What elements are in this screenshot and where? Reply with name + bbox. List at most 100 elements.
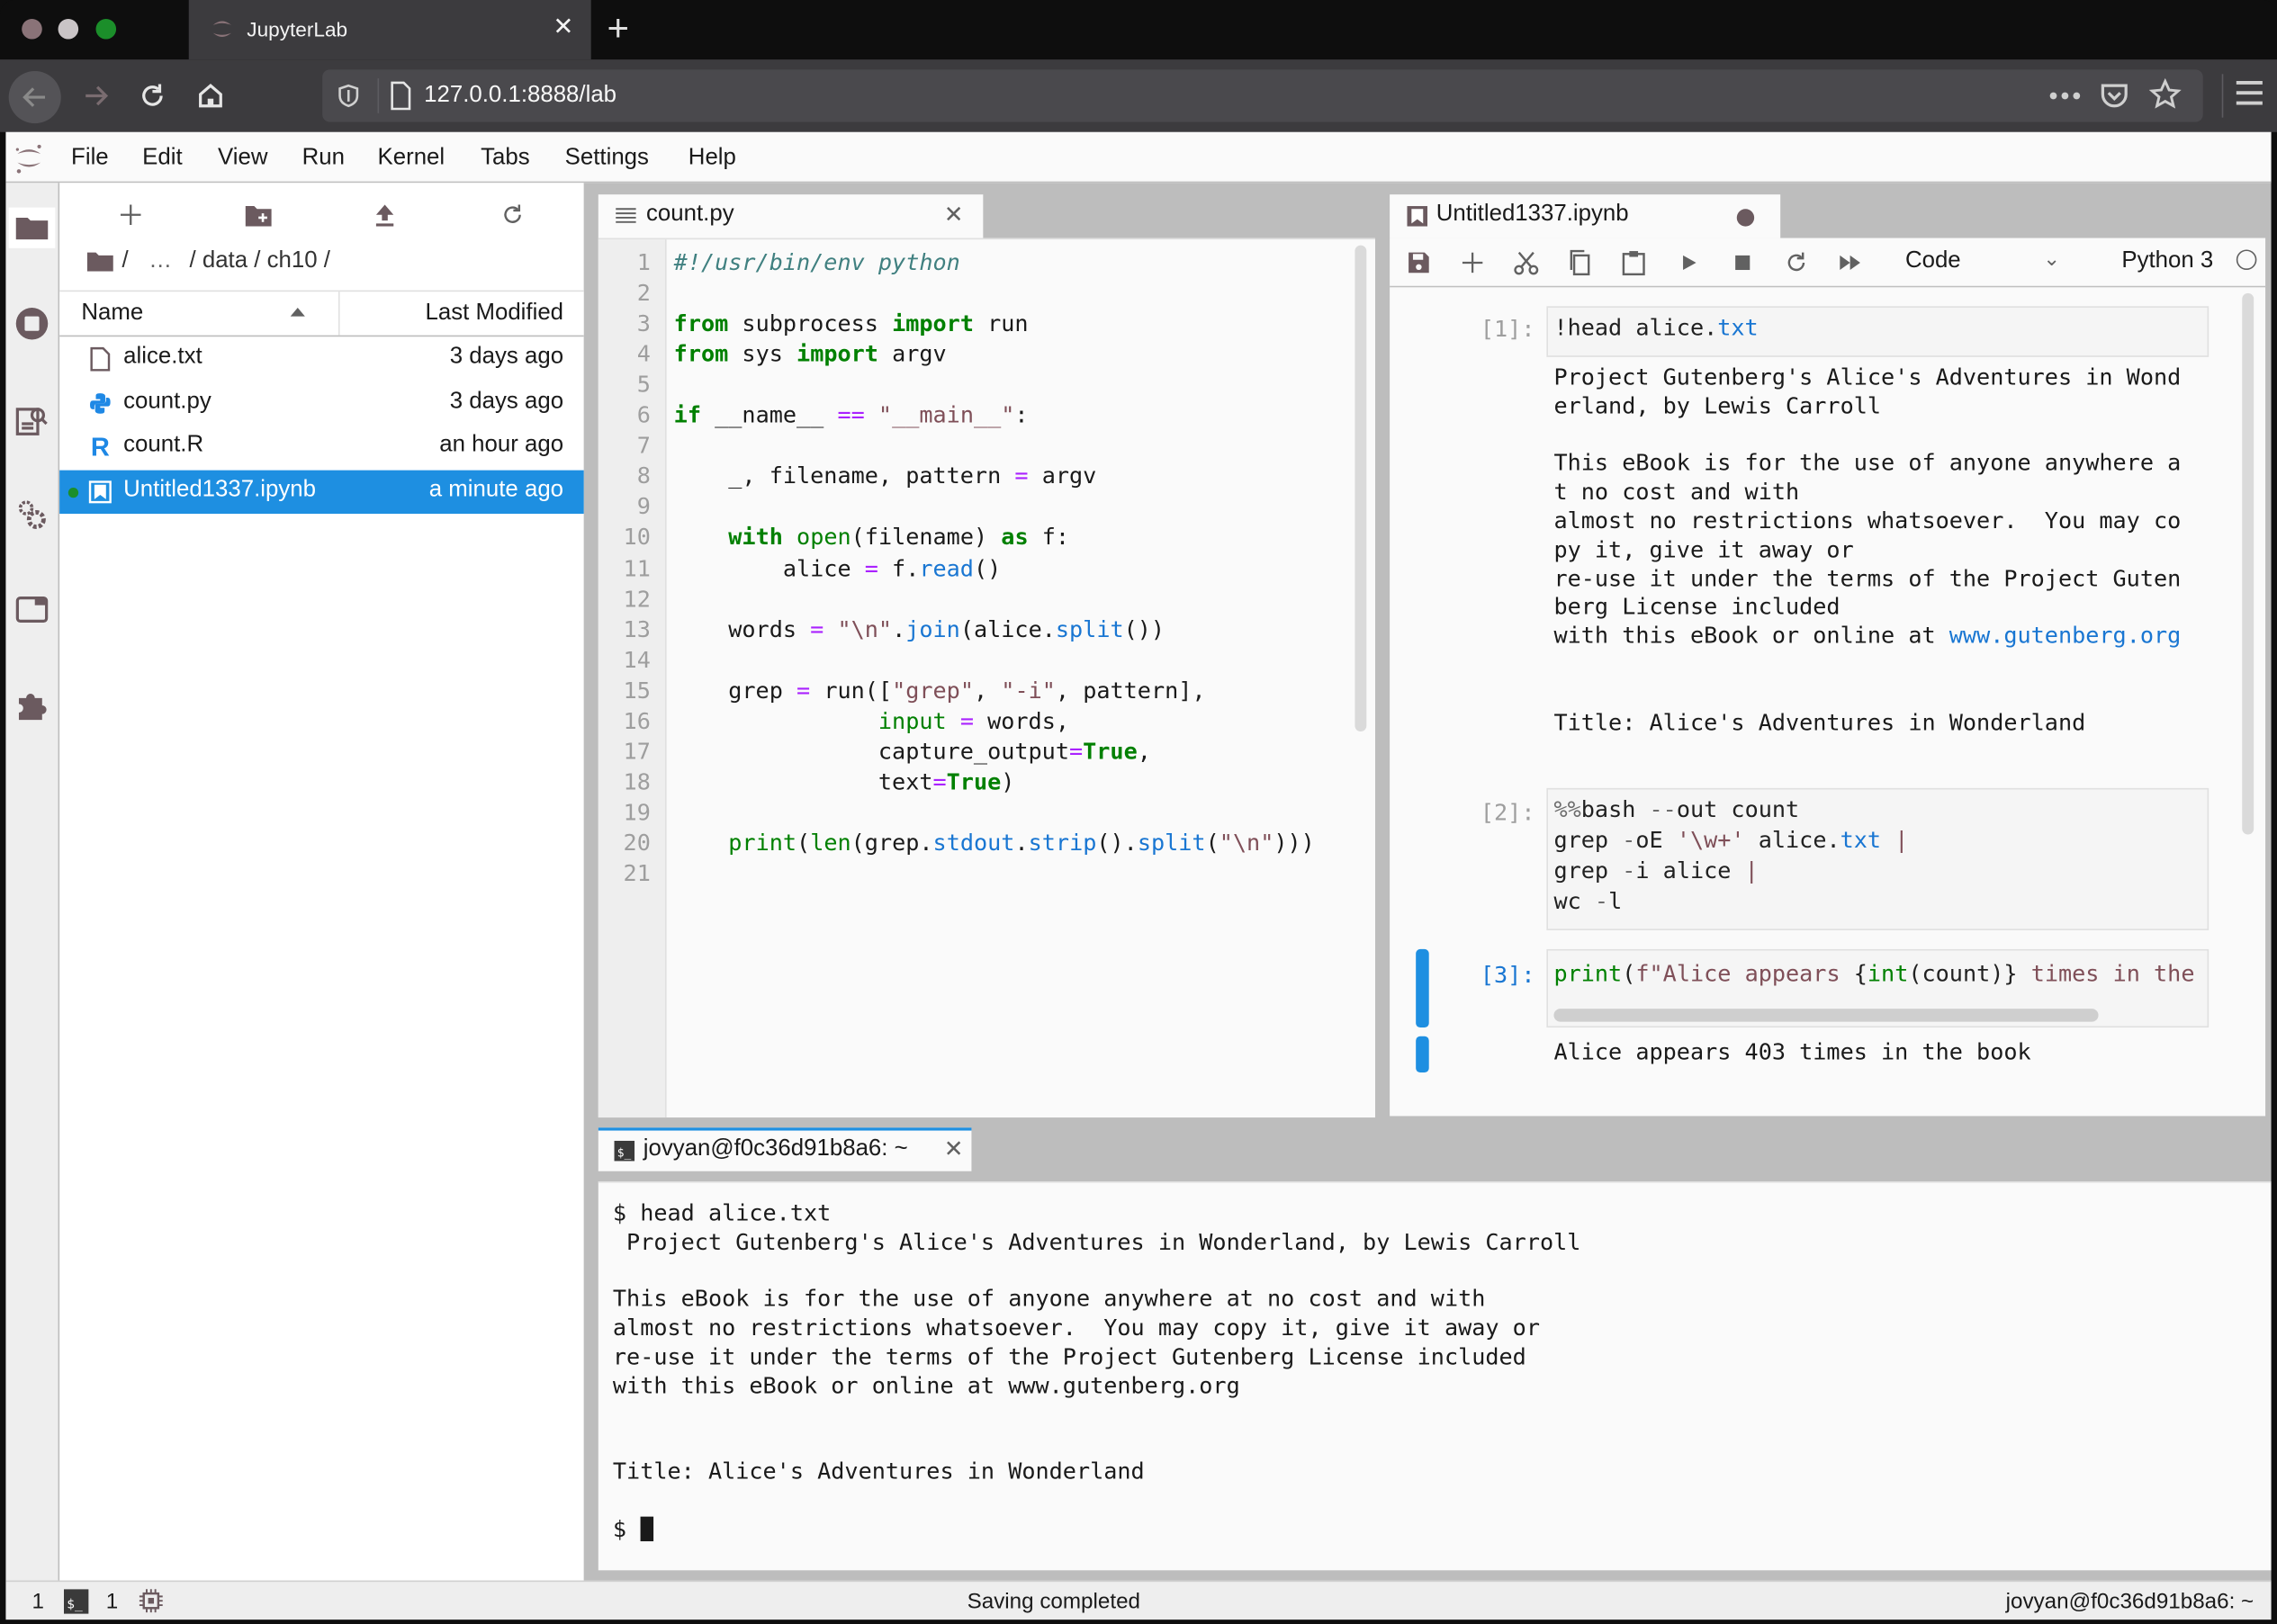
tab-count-py[interactable]: count.py ✕	[598, 194, 984, 238]
cut-button[interactable]	[1510, 247, 1542, 278]
close-tab-icon[interactable]: ✕	[944, 1135, 964, 1163]
upload-button[interactable]	[367, 197, 402, 232]
code-line[interactable]	[674, 492, 688, 523]
terminals-count[interactable]: 1	[106, 1589, 118, 1613]
file-browser-tab[interactable]	[8, 207, 56, 248]
editor-scrollbar[interactable]	[1354, 245, 1367, 731]
menu-help[interactable]: Help	[688, 145, 736, 171]
new-launcher-button[interactable]	[113, 197, 148, 232]
menu-view[interactable]: View	[218, 145, 267, 171]
breadcrumb-ellipsis[interactable]: …	[148, 248, 172, 274]
code-editor[interactable]: 1 2 3 4 5 6 7 8 9 10 11 12 13 14 15 16 17 18 19 20 21 #!/usr…	[598, 238, 1376, 1118]
terminal[interactable]: $ head alice.txt Project Gutenberg's Ali…	[598, 1181, 2272, 1571]
refresh-button[interactable]	[495, 197, 530, 232]
chevron-down-icon[interactable]: ⌄	[2043, 247, 2060, 271]
more-actions-icon[interactable]	[2049, 92, 2081, 101]
code-line[interactable]	[674, 584, 688, 615]
menu-settings[interactable]: Settings	[565, 145, 649, 171]
browser-tab[interactable]: JupyterLab ✕	[188, 0, 591, 60]
name-column-header[interactable]: Name	[81, 301, 143, 327]
breadcrumb-root[interactable]: /	[122, 248, 129, 274]
copy-button[interactable]	[1564, 247, 1596, 278]
bookmark-star-icon[interactable]	[2149, 78, 2182, 110]
code-line[interactable]	[674, 798, 688, 829]
file-row[interactable]: count.py 3 days ago	[59, 381, 583, 424]
code-line[interactable]: from subprocess import run	[674, 310, 1029, 340]
code-line[interactable]: with open(filename) as f:	[674, 523, 1069, 553]
interrupt-kernel-button[interactable]	[1726, 247, 1758, 278]
restart-kernel-button[interactable]	[1780, 247, 1812, 278]
file-row[interactable]: Untitled1337.ipynb a minute ago	[59, 469, 584, 514]
modified-column-header[interactable]: Last Modified	[425, 301, 563, 327]
folder-home-icon[interactable]	[86, 251, 113, 272]
kernels-count[interactable]: 1	[32, 1589, 43, 1613]
code-line[interactable]: grep = run(["grep", "-i", pattern],	[674, 676, 1205, 706]
unsaved-indicator-icon[interactable]	[1736, 209, 1755, 227]
hamburger-menu-icon[interactable]	[2234, 78, 2265, 107]
running-sessions-tab[interactable]	[12, 303, 52, 344]
home-button[interactable]	[187, 73, 234, 120]
close-tab-icon[interactable]: ✕	[553, 13, 573, 42]
breadcrumb-path[interactable]: / data / ch10 /	[189, 248, 329, 274]
output-collapser[interactable]	[1416, 1036, 1429, 1073]
forward-button[interactable]	[73, 73, 120, 120]
column-resize-handle[interactable]	[338, 292, 340, 336]
code-line[interactable]	[674, 432, 688, 462]
open-tabs-tab[interactable]	[12, 589, 52, 630]
code-line[interactable]	[674, 371, 688, 401]
pocket-icon[interactable]	[2099, 80, 2130, 112]
paste-button[interactable]	[1617, 247, 1649, 278]
cell-input[interactable]: print(f"Alice appears {int(count)} times…	[1546, 948, 2210, 1028]
code-line[interactable]: from sys import argv	[674, 340, 947, 371]
code-line[interactable]: text=True)	[674, 767, 1015, 798]
code-line[interactable]: print(len(grep.stdout.strip().split("\n"…	[674, 829, 1315, 859]
cell-type-dropdown[interactable]: Code	[1905, 248, 1961, 274]
code-line[interactable]	[674, 645, 688, 676]
command-palette-tab[interactable]	[12, 400, 52, 441]
reload-button[interactable]	[130, 73, 176, 120]
code-line[interactable]: capture_output=True,	[674, 737, 1151, 767]
cpu-chip-icon[interactable]	[138, 1588, 164, 1614]
cell-input[interactable]: %%bash --out count grep -oE '\w+' alice.…	[1546, 787, 2210, 930]
cell-source[interactable]: print(f"Alice appears {int(count)} times…	[1548, 951, 2208, 996]
code-line[interactable]: if __name__ == "__main__":	[674, 401, 1029, 432]
menu-kernel[interactable]: Kernel	[378, 145, 446, 171]
code-line[interactable]: #!/usr/bin/env python	[674, 248, 960, 279]
menu-run[interactable]: Run	[302, 145, 345, 171]
code-line[interactable]	[674, 859, 688, 890]
code-line[interactable]	[674, 279, 688, 310]
tab-terminal[interactable]: $_ jovyan@f0c36d91b8a6: ~ ✕	[598, 1127, 972, 1171]
cell-source[interactable]: !head alice.txt	[1548, 308, 2208, 350]
active-terminal-label[interactable]: jovyan@f0c36d91b8a6: ~	[2006, 1589, 2254, 1613]
extension-manager-tab[interactable]	[12, 685, 52, 725]
page-icon[interactable]	[389, 81, 412, 111]
maximize-window-button[interactable]	[95, 18, 117, 40]
terminal-prompt[interactable]: $	[613, 1516, 1581, 1545]
address-bar[interactable]: 127.0.0.1:8888/lab	[322, 69, 2203, 122]
save-button[interactable]	[1403, 247, 1435, 278]
kernel-name-button[interactable]: Python 3	[2121, 248, 2213, 274]
input-collapser[interactable]	[1416, 948, 1429, 1028]
file-row[interactable]: alice.txt 3 days ago	[59, 336, 583, 380]
new-tab-icon[interactable]: +	[607, 5, 629, 50]
file-row[interactable]: Rcount.R an hour ago	[59, 426, 583, 469]
menu-tabs[interactable]: Tabs	[481, 145, 530, 171]
menu-file[interactable]: File	[71, 145, 109, 171]
cell-source[interactable]: %%bash --out count grep -oE '\w+' alice.…	[1548, 789, 2208, 922]
cell-input[interactable]: !head alice.txt	[1546, 306, 2210, 357]
restart-run-all-button[interactable]	[1834, 247, 1866, 278]
close-window-button[interactable]	[22, 18, 42, 40]
code-line[interactable]: alice = f.read()	[674, 553, 1001, 584]
insert-cell-button[interactable]	[1456, 247, 1488, 278]
new-folder-button[interactable]	[241, 197, 276, 232]
code-line[interactable]: words = "\n".join(alice.split())	[674, 615, 1165, 645]
property-inspector-tab[interactable]	[12, 495, 52, 535]
code-line[interactable]: _, filename, pattern = argv	[674, 462, 1096, 493]
shield-icon[interactable]	[336, 83, 362, 109]
minimize-window-button[interactable]	[58, 18, 79, 40]
url-text[interactable]: 127.0.0.1:8888/lab	[424, 83, 616, 109]
gutenberg-link[interactable]: www.gutenberg.org	[1949, 623, 2182, 649]
code-line[interactable]: input = words,	[674, 706, 1069, 737]
menu-edit[interactable]: Edit	[142, 145, 182, 171]
run-cell-button[interactable]	[1673, 247, 1705, 278]
